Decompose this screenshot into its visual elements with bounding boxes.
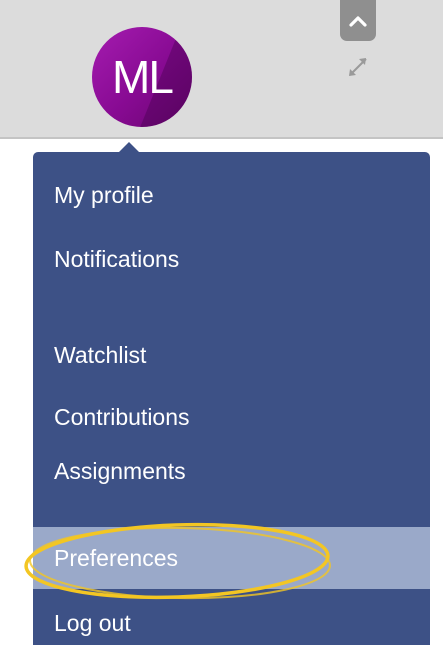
expand-arrows-icon[interactable] [345, 54, 371, 80]
top-bar [0, 0, 443, 137]
menu-item-preferences[interactable]: Preferences [33, 527, 430, 589]
menu-item-assignments[interactable]: Assignments [33, 456, 430, 487]
menu-item-log-out[interactable]: Log out [33, 592, 430, 645]
collapse-button[interactable] [340, 0, 376, 41]
menu-item-contributions[interactable]: Contributions [33, 386, 430, 448]
menu-item-notifications[interactable]: Notifications [33, 228, 430, 290]
avatar-initials: ML [112, 51, 174, 103]
menu-item-my-profile[interactable]: My profile [33, 164, 430, 226]
top-bar-divider [0, 137, 443, 139]
user-avatar[interactable]: ML [92, 27, 192, 127]
dropdown-caret [117, 142, 141, 154]
user-dropdown-menu: My profile Notifications Watchlist Contr… [33, 152, 430, 645]
chevron-up-icon [349, 15, 367, 27]
menu-item-watchlist[interactable]: Watchlist [33, 324, 430, 386]
